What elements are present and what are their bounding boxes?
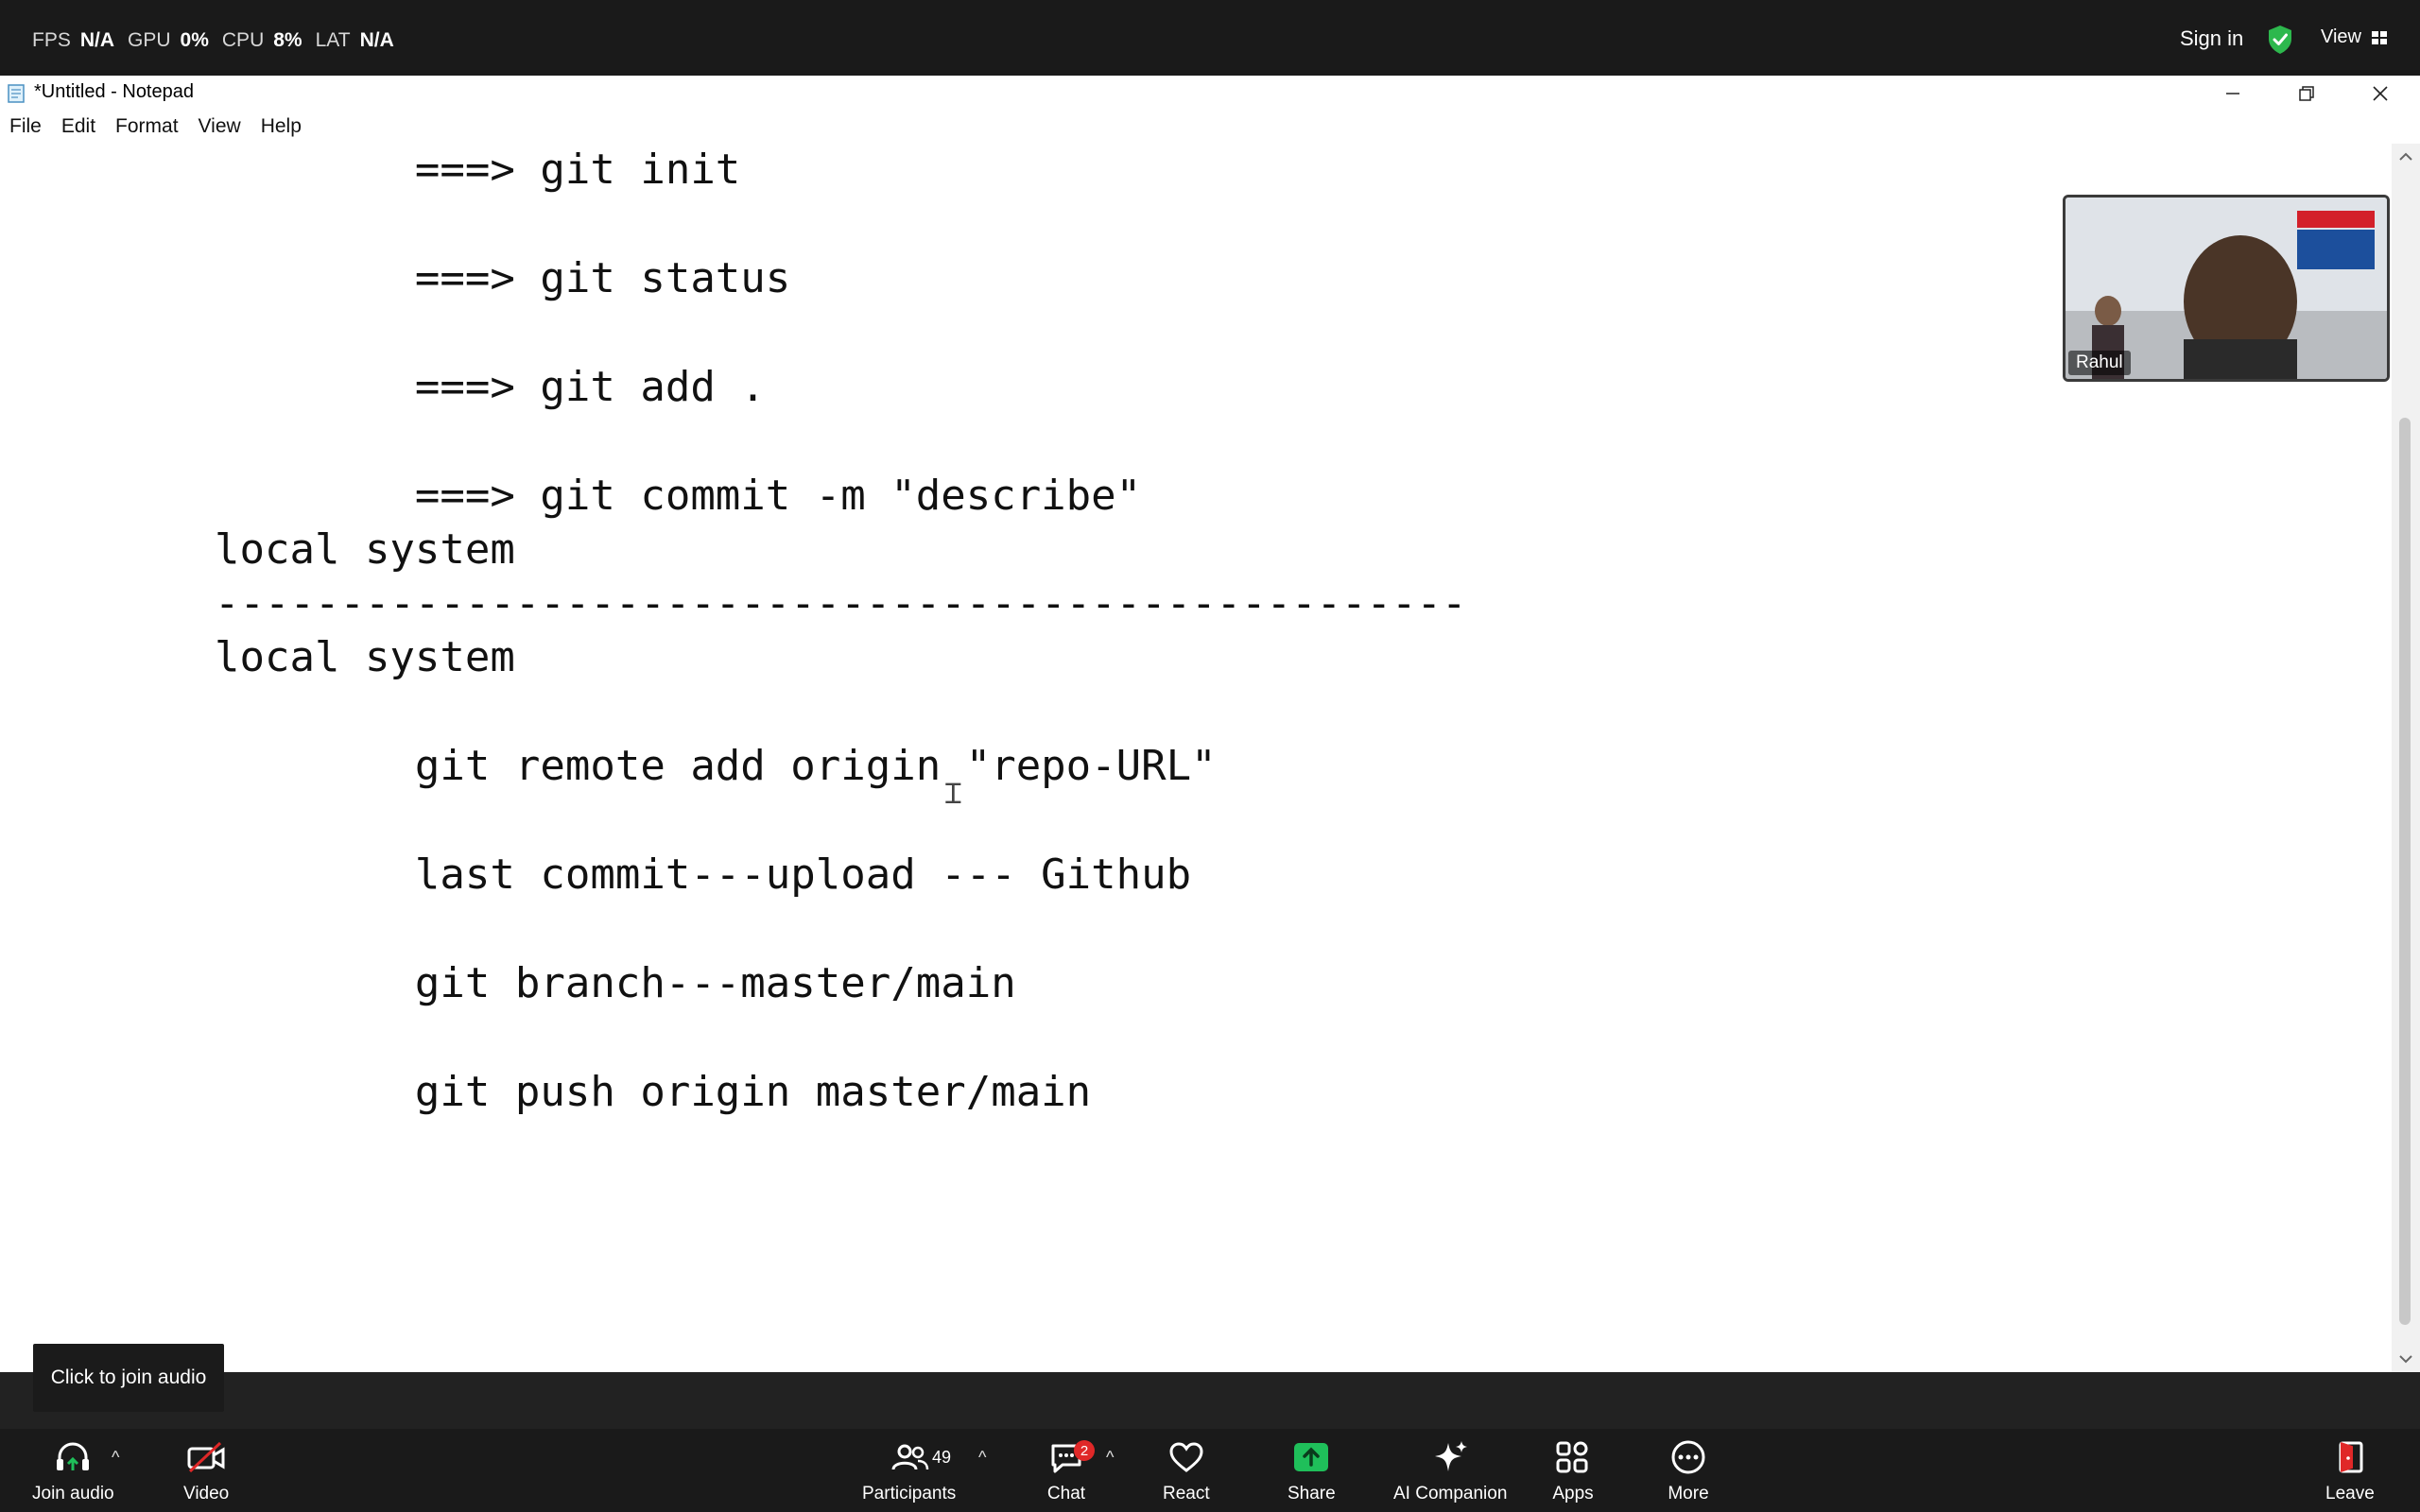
zoom-meeting-toolbar [0, 1429, 2420, 1512]
chat-options-chevron-icon[interactable]: ^ [1106, 1448, 1114, 1468]
editor-line: ===> git add . [215, 363, 766, 411]
scroll-thumb[interactable] [2399, 418, 2411, 1325]
editor-line: local system [215, 633, 515, 681]
apps-button[interactable]: Apps [1552, 1438, 1594, 1504]
leave-label: Leave [2325, 1484, 2375, 1503]
window-title: *Untitled - Notepad [34, 81, 194, 102]
close-button[interactable] [2352, 77, 2409, 110]
audio-options-chevron-icon[interactable]: ^ [112, 1448, 119, 1468]
notepad-app-icon [8, 84, 25, 103]
apps-label: Apps [1552, 1484, 1594, 1503]
restore-button[interactable] [2278, 77, 2335, 110]
react-button[interactable]: React [1163, 1438, 1210, 1504]
ai-sparkle-icon [1435, 1441, 1468, 1471]
minimize-icon [2226, 93, 2239, 94]
participants-label: Participants [862, 1484, 957, 1503]
gpu-value: 0% [180, 29, 209, 51]
close-icon [2373, 86, 2388, 101]
editor-line: ===> git status [215, 254, 791, 302]
view-button[interactable]: View [2321, 26, 2388, 48]
heart-icon [1169, 1442, 1203, 1472]
apps-icon [1556, 1441, 1588, 1473]
shield-check-icon[interactable] [2267, 25, 2293, 55]
cpu-label: CPU [221, 29, 265, 51]
lat-value: N/A [359, 29, 394, 51]
view-label: View [2321, 26, 2361, 47]
video-off-icon [187, 1441, 225, 1473]
editor-line: ----------------------------------------… [215, 579, 1467, 627]
menu-format[interactable]: Format [106, 112, 189, 142]
more-label: More [1668, 1484, 1709, 1503]
share-button[interactable]: Share [1288, 1438, 1336, 1504]
editor-line: ===> git commit -m "describe" [215, 472, 1142, 520]
text-cursor-icon: Ɪ [945, 778, 961, 811]
scroll-down-icon[interactable] [2392, 1349, 2420, 1368]
scroll-up-icon[interactable] [2392, 147, 2420, 166]
ai-companion-label: AI Companion [1393, 1484, 1508, 1503]
cpu-value: 8% [273, 29, 302, 51]
restore-icon [2299, 86, 2314, 101]
share-label: Share [1288, 1484, 1336, 1503]
lat-label: LAT [315, 29, 351, 51]
participants-count: 49 [932, 1448, 952, 1467]
text-editor[interactable]: ===> git init ===> git status ===> git a… [0, 144, 2392, 1372]
more-button[interactable]: More [1668, 1438, 1709, 1504]
taskbar-strip [0, 1372, 2420, 1429]
editor-line: ===> git init [215, 146, 741, 194]
react-label: React [1163, 1484, 1210, 1503]
editor-line: git remote add origin "repo-URL" [215, 742, 1217, 790]
vertical-scrollbar[interactable] [2392, 144, 2420, 1372]
editor-line: last commit---upload --- Github [215, 850, 1192, 899]
headphones-icon [57, 1442, 90, 1470]
grid-view-icon [2372, 30, 2387, 44]
menu-help[interactable]: Help [251, 112, 312, 142]
gpu-label: GPU [128, 29, 171, 51]
chat-label: Chat [1046, 1484, 1086, 1503]
zoom-top-bar: FPS N/A GPU 0% CPU 8% LAT N/A Sign in Vi… [0, 0, 2420, 76]
fps-value: N/A [79, 29, 115, 51]
ai-companion-button[interactable]: AI Companion [1393, 1438, 1507, 1504]
sign-in-button[interactable]: Sign in [2180, 26, 2243, 51]
editor-line: git push origin master/main [215, 1068, 1092, 1116]
participants-icon [891, 1444, 928, 1470]
join-audio-tooltip: Click to join audio [33, 1344, 224, 1412]
participant-name-label: Rahul [2068, 351, 2131, 375]
menu-bar: File Edit Format View Help [0, 112, 2420, 145]
video-label: Video [183, 1484, 230, 1503]
more-icon [1671, 1440, 1705, 1474]
leave-door-icon [2339, 1441, 2363, 1473]
share-screen-icon [1294, 1443, 1329, 1471]
editor-line: local system [215, 525, 515, 574]
menu-view[interactable]: View [189, 112, 251, 142]
menu-edit[interactable]: Edit [52, 112, 106, 142]
performance-stats: FPS N/A GPU 0% CPU 8% LAT N/A [32, 0, 398, 81]
join-audio-button[interactable]: Join audio [32, 1438, 114, 1504]
join-audio-label: Join audio [32, 1484, 114, 1503]
video-button[interactable]: Video [183, 1438, 229, 1504]
minimize-button[interactable] [2204, 77, 2261, 110]
notepad-title-bar [0, 76, 2420, 112]
menu-file[interactable]: File [0, 112, 52, 142]
editor-line: git branch---master/main [215, 959, 1016, 1007]
fps-label: FPS [32, 29, 71, 51]
leave-button[interactable]: Leave [2325, 1438, 2375, 1504]
participants-options-chevron-icon[interactable]: ^ [978, 1448, 986, 1468]
chat-unread-badge: 2 [1074, 1440, 1095, 1461]
